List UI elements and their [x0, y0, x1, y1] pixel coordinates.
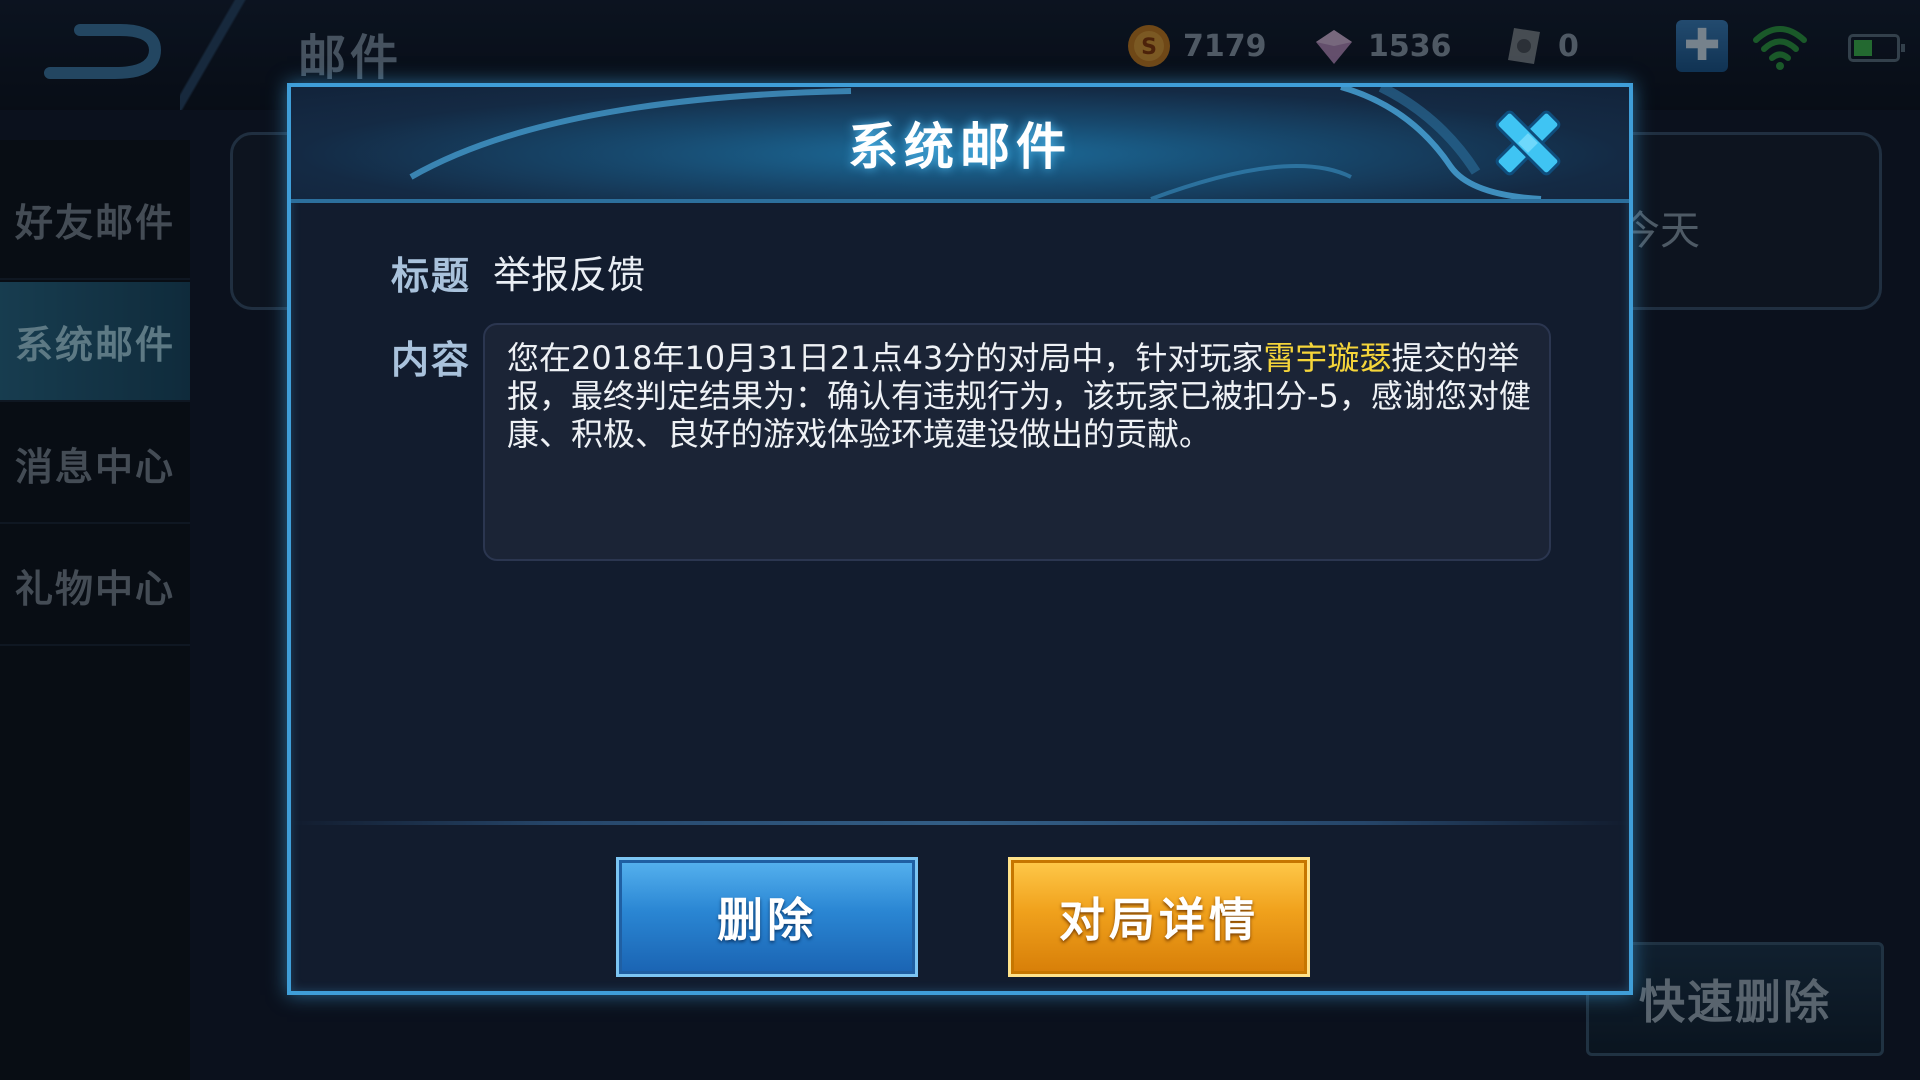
sidebar-item-friend-mail[interactable]: 好友邮件	[0, 160, 190, 280]
player-name-highlight: 霄宇璇瑟	[1263, 339, 1392, 377]
back-arrow-icon	[44, 24, 162, 79]
gold-counter: S 7179	[1125, 22, 1267, 70]
page-title: 邮件	[298, 30, 403, 86]
gold-coin-icon: S	[1128, 25, 1170, 67]
header-divider	[291, 199, 1629, 203]
delete-button[interactable]: 删除	[616, 857, 918, 977]
content-box: 您在2018年10月31日21点43分的对局中，针对玩家霄宇璇瑟提交的举报，最终…	[483, 323, 1551, 561]
close-icon	[1495, 110, 1561, 176]
voucher-icon	[1508, 28, 1540, 64]
content-label: 内容	[391, 338, 472, 382]
voucher-counter: 0	[1500, 22, 1579, 70]
dialog-header: 系统邮件	[291, 87, 1629, 202]
dialog-title: 系统邮件	[848, 118, 1072, 176]
sidebar-item-message-center[interactable]: 消息中心	[0, 404, 190, 524]
header-decoration	[180, 0, 250, 110]
content-text-before: 您在2018年10月31日21点43分的对局中，针对玩家	[507, 339, 1264, 377]
subject-value: 举报反馈	[493, 253, 646, 297]
footer-divider	[291, 821, 1629, 825]
diamond-amount: 1536	[1368, 28, 1452, 64]
diamond-counter: 1536	[1310, 22, 1452, 70]
sidebar-item-gift-center[interactable]: 礼物中心	[0, 526, 190, 646]
back-button[interactable]	[40, 18, 170, 88]
mail-sidebar: 好友邮件 系统邮件 消息中心 礼物中心	[0, 140, 190, 1080]
subject-label: 标题	[391, 254, 472, 298]
system-mail-dialog: 系统邮件 标题 举报反馈 内容 您在2018年10月31日21点43分的对局中，…	[287, 83, 1633, 995]
recharge-plus-button[interactable]: ✚	[1676, 20, 1728, 72]
sidebar-item-system-mail[interactable]: 系统邮件	[0, 282, 190, 402]
voucher-amount: 0	[1558, 28, 1579, 64]
svg-text:S: S	[1141, 35, 1157, 60]
match-details-button[interactable]: 对局详情	[1008, 857, 1310, 977]
close-button[interactable]	[1488, 103, 1568, 183]
wifi-icon	[1753, 26, 1807, 70]
mail-content-text: 您在2018年10月31日21点43分的对局中，针对玩家霄宇璇瑟提交的举报，最终…	[507, 339, 1531, 453]
gold-amount: 7179	[1183, 28, 1267, 64]
battery-icon	[1848, 34, 1905, 62]
diamond-icon	[1316, 30, 1352, 64]
